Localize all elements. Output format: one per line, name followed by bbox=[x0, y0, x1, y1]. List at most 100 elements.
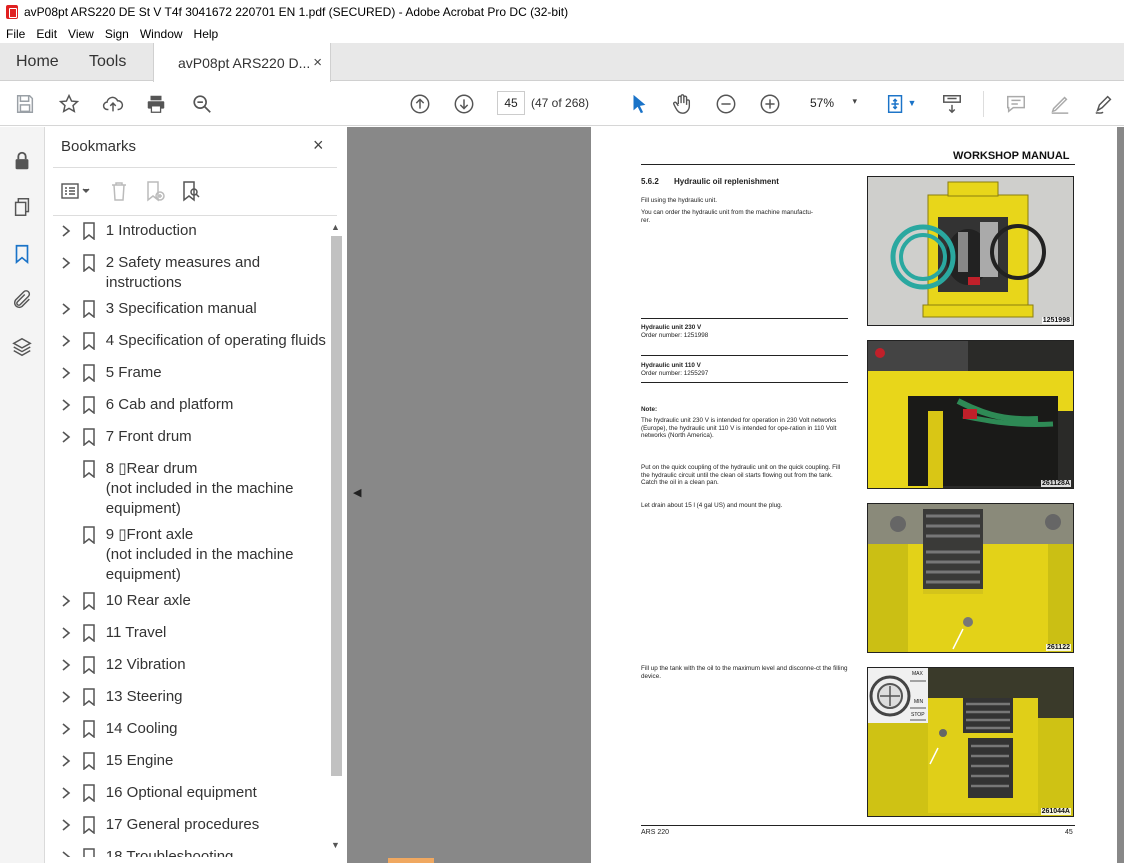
tank-fill-illustration bbox=[868, 668, 1073, 816]
scroll-down-icon[interactable]: ▼ bbox=[331, 840, 340, 850]
bookmark-item[interactable]: 2 Safety measures and instructions bbox=[45, 253, 330, 293]
bookmark-label: 8 ▯Rear drum (not included in the machin… bbox=[105, 460, 294, 517]
page-number-input[interactable]: 45 bbox=[497, 91, 525, 115]
tab-home[interactable]: Home bbox=[0, 43, 73, 81]
zoom-search-icon[interactable] bbox=[190, 92, 214, 116]
collapse-panel-icon[interactable]: ◀ bbox=[353, 486, 361, 499]
bookmark-label: 6 Cab and platform bbox=[105, 396, 234, 413]
rule bbox=[641, 382, 848, 383]
bookmark-item[interactable]: 3 Specification manual bbox=[45, 299, 330, 319]
lock-icon[interactable] bbox=[10, 149, 34, 173]
scroll-mode-icon[interactable] bbox=[940, 92, 964, 116]
find-bookmark-icon[interactable] bbox=[179, 179, 203, 203]
new-bookmark-icon[interactable] bbox=[143, 179, 167, 203]
header-rule bbox=[641, 164, 1075, 165]
hand-tool-icon[interactable] bbox=[670, 92, 694, 116]
menu-window[interactable]: Window bbox=[134, 27, 188, 41]
chevron-right-icon[interactable] bbox=[56, 847, 75, 857]
bookmark-item[interactable]: 17 General procedures bbox=[45, 815, 330, 835]
sign-pen-icon[interactable] bbox=[1092, 92, 1116, 116]
bookmark-item[interactable]: 15 Engine bbox=[45, 751, 330, 771]
bookmark-item[interactable]: 1 Introduction bbox=[45, 221, 330, 241]
bookmark-item[interactable]: 16 Optional equipment bbox=[45, 783, 330, 803]
bookmark-label: 16 Optional equipment bbox=[105, 784, 257, 801]
fit-page-icon[interactable] bbox=[884, 92, 908, 116]
next-page-icon[interactable] bbox=[452, 92, 476, 116]
chevron-right-icon[interactable] bbox=[56, 719, 75, 739]
comment-icon[interactable] bbox=[1004, 92, 1028, 116]
bookmark-item[interactable]: 8 ▯Rear drum (not included in the machin… bbox=[45, 459, 330, 519]
bookmark-item[interactable]: 7 Front drum bbox=[45, 427, 330, 447]
tab-document[interactable]: avP08pt ARS220 D... × bbox=[153, 43, 331, 82]
bookmark-options-icon[interactable] bbox=[59, 179, 95, 203]
photo-code: 261128A bbox=[1040, 480, 1071, 487]
bookmark-icon bbox=[81, 591, 96, 611]
pages-thumbnails-icon[interactable] bbox=[10, 195, 34, 219]
bookmark-icon bbox=[81, 221, 96, 241]
chevron-right-icon[interactable] bbox=[56, 591, 75, 611]
scroll-thumb[interactable] bbox=[331, 236, 342, 776]
zoom-in-icon[interactable] bbox=[758, 92, 782, 116]
bookmark-label: 1 Introduction bbox=[105, 222, 197, 239]
chevron-right-icon[interactable] bbox=[56, 253, 75, 273]
menu-file[interactable]: File bbox=[0, 27, 30, 41]
chevron-right-icon[interactable] bbox=[56, 783, 75, 803]
chevron-right-icon[interactable] bbox=[56, 655, 75, 675]
menu-help[interactable]: Help bbox=[188, 27, 224, 41]
step-2-text: Let drain about 15 l (4 gal US) and moun… bbox=[641, 502, 783, 509]
tank-drain-illustration bbox=[868, 504, 1073, 652]
chevron-right-icon[interactable] bbox=[56, 815, 75, 835]
unit-110-title: Hydraulic unit 110 V bbox=[641, 362, 701, 369]
bookmark-item[interactable]: 11 Travel bbox=[45, 623, 330, 643]
layers-icon[interactable] bbox=[10, 335, 34, 359]
chevron-right-icon[interactable] bbox=[56, 623, 75, 643]
highlight-pen-icon[interactable] bbox=[1048, 92, 1072, 116]
bookmark-item[interactable]: 12 Vibration bbox=[45, 655, 330, 675]
select-cursor-icon[interactable] bbox=[627, 92, 651, 116]
chevron-right-icon[interactable] bbox=[56, 427, 75, 447]
bookmark-item[interactable]: 14 Cooling bbox=[45, 719, 330, 739]
chevron-right-icon[interactable] bbox=[56, 751, 75, 771]
bookmark-list: 1 Introduction 2 Safety measures and inst… bbox=[45, 221, 330, 857]
bookmark-item[interactable]: 13 Steering bbox=[45, 687, 330, 707]
attachment-icon[interactable] bbox=[10, 288, 34, 312]
footer-page-number: 45 bbox=[1065, 829, 1073, 836]
bookmark-label: 18 Troubleshooting bbox=[105, 848, 234, 857]
star-icon[interactable] bbox=[57, 92, 81, 116]
tab-tools[interactable]: Tools bbox=[73, 43, 153, 81]
bookmarks-toolbar bbox=[59, 179, 215, 203]
fit-options-chevron-icon[interactable]: ▼ bbox=[906, 96, 918, 110]
previous-page-icon[interactable] bbox=[408, 92, 432, 116]
bookmark-item[interactable]: 9 ▯Front axle (not included in the machi… bbox=[45, 525, 330, 585]
bookmark-icon bbox=[81, 751, 96, 771]
chevron-right-icon[interactable] bbox=[56, 687, 75, 707]
bookmark-panel-icon[interactable] bbox=[10, 242, 34, 266]
chevron-right-icon[interactable] bbox=[56, 395, 75, 415]
upload-cloud-icon[interactable] bbox=[101, 92, 125, 116]
bookmarks-scrollbar[interactable]: ▲ ▼ bbox=[329, 222, 343, 858]
tab-close-icon[interactable]: × bbox=[313, 54, 322, 71]
menu-view[interactable]: View bbox=[62, 27, 99, 41]
chevron-right-icon[interactable] bbox=[56, 221, 75, 241]
chevron-right-icon[interactable] bbox=[56, 363, 75, 383]
divider bbox=[53, 215, 337, 216]
delete-bookmark-icon[interactable] bbox=[107, 179, 131, 203]
menu-sign[interactable]: Sign bbox=[99, 27, 134, 41]
chevron-right-icon[interactable] bbox=[56, 331, 75, 351]
bookmark-item[interactable]: 6 Cab and platform bbox=[45, 395, 330, 415]
zoom-out-icon[interactable] bbox=[714, 92, 738, 116]
print-icon[interactable] bbox=[144, 92, 168, 116]
bookmark-label: 3 Specification manual bbox=[105, 300, 257, 317]
menu-edit[interactable]: Edit bbox=[30, 27, 62, 41]
zoom-level-select[interactable]: 57% ▾ bbox=[803, 91, 861, 115]
scroll-up-icon[interactable]: ▲ bbox=[331, 222, 340, 232]
menu-bar: File Edit View Sign Window Help bbox=[0, 24, 1124, 43]
chevron-right-icon[interactable] bbox=[56, 299, 75, 319]
close-panel-icon[interactable]: × bbox=[313, 135, 324, 156]
bookmark-item[interactable]: 4 Specification of operating fluids bbox=[45, 331, 330, 351]
bookmark-item[interactable]: 5 Frame bbox=[45, 363, 330, 383]
bookmark-label: 13 Steering bbox=[105, 688, 183, 705]
bookmark-item[interactable]: 18 Troubleshooting bbox=[45, 847, 330, 857]
save-icon[interactable] bbox=[13, 92, 37, 116]
bookmark-item[interactable]: 10 Rear axle bbox=[45, 591, 330, 611]
